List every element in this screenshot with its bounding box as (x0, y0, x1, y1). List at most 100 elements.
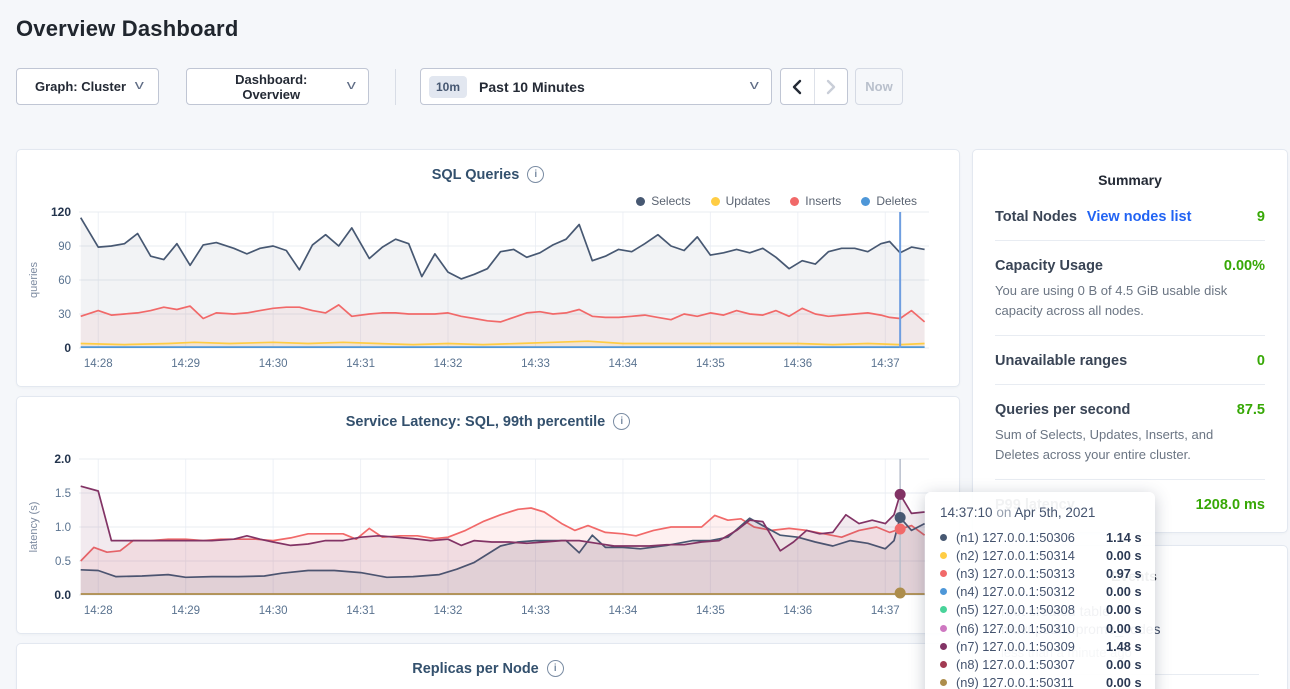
info-icon[interactable]: i (547, 660, 564, 677)
svg-text:14:35: 14:35 (696, 605, 725, 617)
replicas-per-node-panel: Replicas per Node i (16, 643, 960, 689)
dashboard-dropdown-label: Dashboard: Overview (205, 72, 338, 102)
controls-divider (395, 69, 396, 105)
time-range-dropdown[interactable]: 10m Past 10 Minutes v (420, 68, 772, 105)
summary-row-unavailable-ranges: Unavailable ranges 0 (995, 336, 1265, 385)
chart-hover-tooltip: 14:37:10 on Apr 5th, 2021 (n1) 127.0.0.1… (925, 492, 1155, 689)
controls-bar: Graph: Cluster v Dashboard: Overview v 1… (16, 68, 1290, 105)
charts-column: SQL Queries i SelectsUpdatesInsertsDelet… (16, 149, 960, 689)
queries-per-second-value: 87.5 (1237, 402, 1265, 418)
svg-text:60: 60 (58, 275, 71, 287)
chevron-left-icon (792, 79, 802, 95)
svg-text:queries: queries (28, 261, 40, 298)
capacity-usage-description: You are using 0 B of 4.5 GiB usable disk… (995, 281, 1265, 320)
time-back-button[interactable] (781, 69, 814, 104)
svg-text:1.5: 1.5 (55, 488, 71, 500)
total-nodes-label: Total Nodes (995, 209, 1077, 225)
service-latency-panel: Service Latency: SQL, 99th percentile i … (16, 396, 960, 634)
svg-text:14:34: 14:34 (609, 605, 638, 617)
node-color-dot (940, 643, 947, 650)
sql-queries-plot[interactable]: 0 30 60 90 120 14:28 14:29 14:30 14:31 14:32 14:33… (23, 204, 949, 385)
svg-text:14:31: 14:31 (346, 605, 375, 617)
graph-dropdown[interactable]: Graph: Cluster v (16, 68, 159, 105)
svg-text:14:35: 14:35 (696, 358, 725, 370)
tooltip-node-row: (n2) 127.0.0.1:503140.00 s (940, 546, 1141, 564)
node-color-dot (940, 552, 947, 559)
node-color-dot (940, 679, 947, 686)
info-icon[interactable]: i (613, 413, 630, 430)
dashboard-dropdown[interactable]: Dashboard: Overview v (186, 68, 369, 105)
time-forward-button[interactable] (814, 69, 848, 104)
svg-text:2.0: 2.0 (54, 452, 71, 466)
summary-panel: Summary Total Nodes View nodes list 9 Ca… (972, 149, 1288, 533)
svg-text:14:37: 14:37 (871, 358, 900, 370)
svg-text:14:36: 14:36 (783, 358, 812, 370)
now-button[interactable]: Now (855, 68, 903, 105)
tooltip-timestamp: 14:37:10 on Apr 5th, 2021 (940, 505, 1141, 520)
node-color-dot (940, 588, 947, 595)
queries-per-second-description: Sum of Selects, Updates, Inserts, and De… (995, 425, 1265, 464)
node-color-dot (940, 661, 947, 668)
time-range-label: Past 10 Minutes (479, 79, 750, 95)
svg-text:14:37: 14:37 (871, 605, 900, 617)
sql-queries-panel: SQL Queries i SelectsUpdatesInsertsDelet… (16, 149, 960, 387)
node-color-dot (940, 534, 947, 541)
node-color-dot (940, 570, 947, 577)
node-color-dot (940, 625, 947, 632)
svg-text:latency (s): latency (s) (28, 502, 40, 553)
summary-row-queries-per-second: Queries per second 87.5 Sum of Selects, … (995, 385, 1265, 480)
svg-text:1.0: 1.0 (55, 522, 71, 534)
chart-title-sql-queries: SQL Queries (432, 167, 520, 183)
svg-text:14:33: 14:33 (521, 358, 550, 370)
view-nodes-list-link[interactable]: View nodes list (1087, 209, 1192, 225)
tooltip-node-row: (n6) 127.0.0.1:503100.00 s (940, 619, 1141, 637)
svg-text:14:32: 14:32 (434, 358, 463, 370)
chart-title-replicas-per-node: Replicas per Node (412, 661, 539, 677)
info-icon[interactable]: i (527, 166, 544, 183)
chevron-right-icon (826, 79, 836, 95)
svg-text:14:29: 14:29 (171, 605, 200, 617)
summary-row-total-nodes: Total Nodes View nodes list 9 (995, 192, 1265, 241)
svg-text:14:32: 14:32 (434, 605, 463, 617)
tooltip-node-row: (n5) 127.0.0.1:503080.00 s (940, 601, 1141, 619)
tooltip-node-row: (n4) 127.0.0.1:503120.00 s (940, 583, 1141, 601)
svg-text:14:36: 14:36 (783, 605, 812, 617)
total-nodes-value: 9 (1257, 209, 1265, 225)
svg-text:0.5: 0.5 (55, 556, 71, 568)
svg-text:0: 0 (64, 341, 71, 355)
tooltip-node-values: (n1) 127.0.0.1:503061.14 s(n2) 127.0.0.1… (940, 528, 1141, 689)
time-step-buttons (780, 68, 848, 105)
capacity-usage-label: Capacity Usage (995, 258, 1103, 274)
tooltip-node-row: (n7) 127.0.0.1:503091.48 s (940, 637, 1141, 655)
svg-text:14:28: 14:28 (84, 358, 113, 370)
overview-dashboard-page: Overview Dashboard Graph: Cluster v Dash… (0, 16, 1290, 105)
svg-text:14:33: 14:33 (521, 605, 550, 617)
svg-text:14:34: 14:34 (609, 358, 638, 370)
tooltip-node-row: (n3) 127.0.0.1:503130.97 s (940, 564, 1141, 582)
node-color-dot (940, 606, 947, 613)
service-latency-plot[interactable]: 0.0 0.5 1.0 1.5 2.0 14:28 14:29 14:30 14:31 14:32… (23, 451, 949, 632)
svg-text:14:29: 14:29 (171, 358, 200, 370)
p99-latency-value: 1208.0 ms (1196, 497, 1265, 513)
svg-text:120: 120 (51, 205, 71, 219)
capacity-usage-value: 0.00% (1224, 258, 1265, 274)
unavailable-ranges-value: 0 (1257, 353, 1265, 369)
tooltip-node-row: (n1) 127.0.0.1:503061.14 s (940, 528, 1141, 546)
tooltip-node-row: (n9) 127.0.0.1:503110.00 s (940, 674, 1141, 689)
chart-title-service-latency: Service Latency: SQL, 99th percentile (346, 414, 606, 430)
page-title: Overview Dashboard (16, 16, 1290, 42)
svg-text:14:30: 14:30 (259, 605, 288, 617)
graph-dropdown-label: Graph: Cluster (35, 79, 126, 94)
time-preset-badge: 10m (429, 76, 467, 98)
summary-row-capacity-usage: Capacity Usage 0.00% You are using 0 B o… (995, 241, 1265, 336)
svg-text:14:30: 14:30 (259, 358, 288, 370)
unavailable-ranges-label: Unavailable ranges (995, 353, 1127, 369)
svg-text:14:28: 14:28 (84, 605, 113, 617)
svg-text:30: 30 (58, 309, 71, 321)
svg-text:0.0: 0.0 (54, 588, 71, 602)
summary-title: Summary (995, 166, 1265, 192)
tooltip-node-row: (n8) 127.0.0.1:503070.00 s (940, 655, 1141, 673)
svg-text:90: 90 (58, 241, 71, 253)
queries-per-second-label: Queries per second (995, 402, 1130, 418)
svg-text:14:31: 14:31 (346, 358, 375, 370)
